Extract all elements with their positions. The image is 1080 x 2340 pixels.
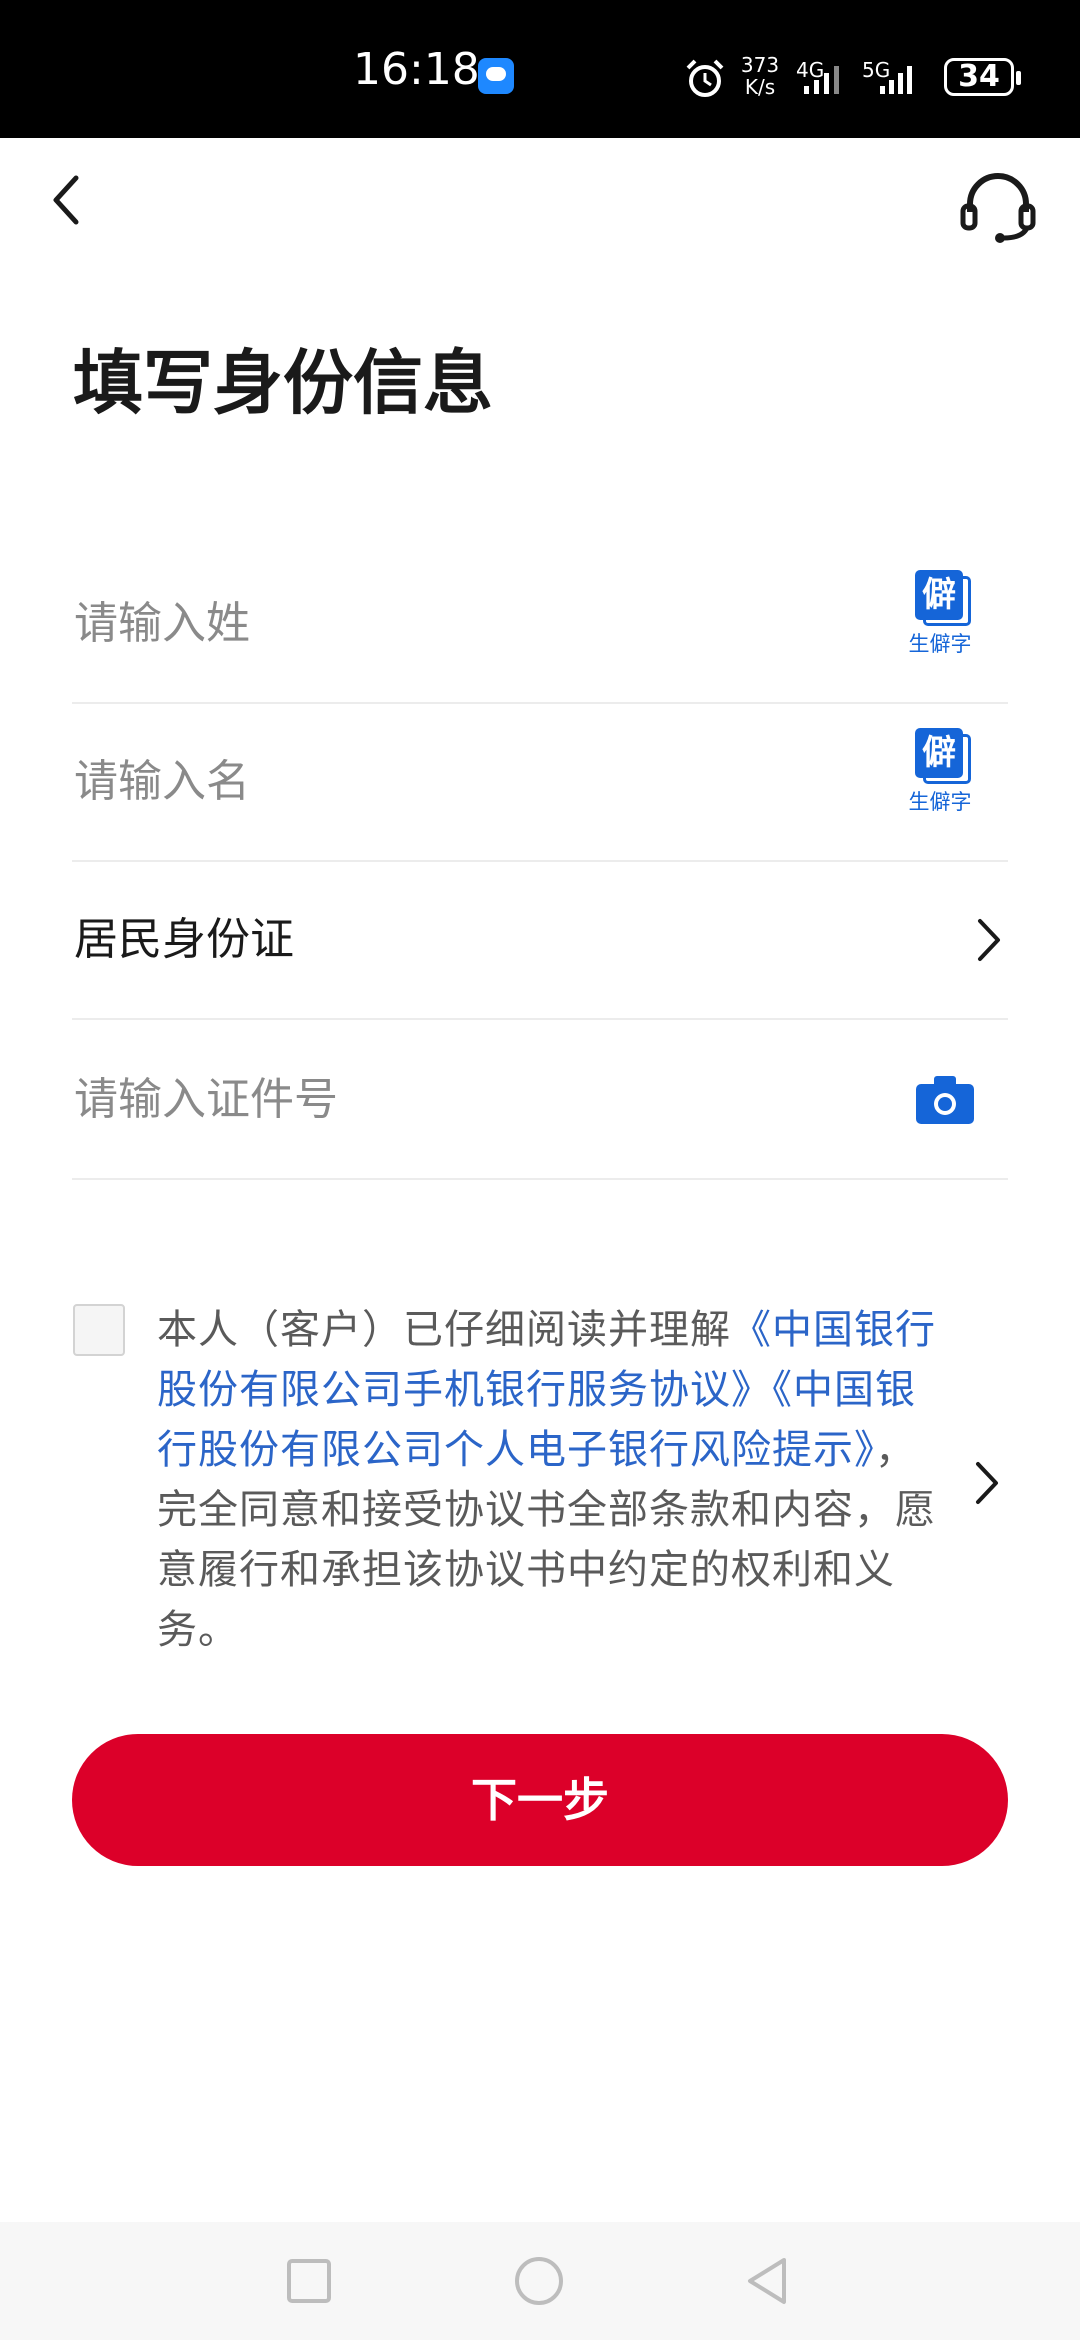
- headset-icon[interactable]: [956, 168, 1040, 244]
- home-button[interactable]: [512, 2256, 566, 2310]
- rare-character-button[interactable]: 僻 生僻字: [906, 570, 980, 670]
- id-type-selector[interactable]: 居民身份证: [72, 862, 1008, 1020]
- surname-input[interactable]: 请输入姓: [74, 596, 250, 652]
- given-name-field[interactable]: 请输入名 僻 生僻字: [72, 704, 1008, 862]
- back-button[interactable]: [46, 170, 86, 230]
- system-navigation-bar: [0, 2222, 1080, 2340]
- id-number-input[interactable]: 请输入证件号: [74, 1072, 338, 1128]
- alarm-icon: [686, 59, 724, 97]
- surname-field[interactable]: 请输入姓 僻 生僻字: [72, 546, 1008, 704]
- agreement-prefix: 本人（客户）已仔细阅读并理解: [157, 1307, 731, 1353]
- rare-character-label: 生僻字: [908, 632, 972, 656]
- battery-indicator: 34: [944, 58, 1021, 96]
- back-nav-button[interactable]: [742, 2256, 792, 2310]
- id-type-value: 居民身份证: [74, 914, 294, 965]
- camera-icon[interactable]: [914, 1074, 976, 1126]
- rare-character-button[interactable]: 僻 生僻字: [906, 728, 980, 828]
- signal-strength-icon: [804, 66, 839, 94]
- network-speed: 373 K/s: [738, 54, 782, 98]
- rare-character-label: 生僻字: [908, 790, 972, 814]
- agreement-checkbox[interactable]: [73, 1304, 125, 1356]
- agreement-text: 本人（客户）已仔细阅读并理解《中国银行股份有限公司手机银行服务协议》《中国银行股…: [157, 1300, 937, 1660]
- network-speed-value: 373: [740, 53, 780, 77]
- id-number-field[interactable]: 请输入证件号: [72, 1022, 1008, 1180]
- status-bar: 16:18 373 K/s 4G 5G 34: [0, 0, 1080, 138]
- page-title: 填写身份信息: [73, 342, 493, 424]
- signal-strength-icon: [880, 66, 912, 94]
- status-time: 16:18: [353, 44, 480, 95]
- rare-character-icon: 僻: [915, 728, 971, 784]
- recent-apps-button[interactable]: [284, 2256, 334, 2306]
- network-speed-unit: K/s: [744, 75, 776, 99]
- given-name-input[interactable]: 请输入名: [74, 754, 250, 810]
- message-notification-icon: [478, 58, 514, 94]
- rare-character-icon: 僻: [915, 570, 971, 626]
- chevron-right-icon: [978, 919, 1000, 961]
- next-button[interactable]: 下一步: [72, 1734, 1008, 1866]
- chevron-right-icon[interactable]: [972, 1458, 1002, 1508]
